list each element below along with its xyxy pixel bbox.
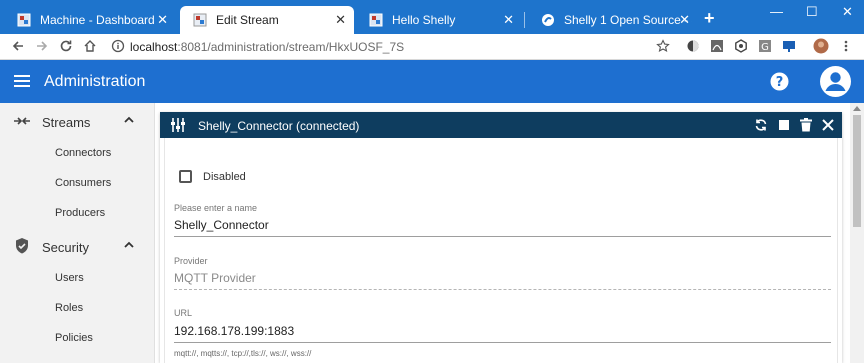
- url-field[interactable]: localhost:8081/administration/stream/Hkx…: [130, 40, 404, 54]
- machine-favicon-icon: [368, 12, 384, 28]
- extension-circle-icon[interactable]: [685, 38, 701, 54]
- machine-favicon-icon: [16, 12, 32, 28]
- refresh-icon[interactable]: [753, 117, 769, 133]
- help-icon[interactable]: ?: [770, 72, 789, 96]
- disabled-checkbox[interactable]: [179, 170, 192, 183]
- pdf-extension-icon[interactable]: [709, 38, 725, 54]
- tab-title: Shelly 1 Open Source - Shelly C: [564, 13, 692, 27]
- sidebar-item-roles[interactable]: Roles: [55, 302, 83, 314]
- new-tab-button[interactable]: +: [704, 9, 715, 27]
- stream-card: Shelly_Connector (connected) Disabled Pl…: [160, 112, 842, 363]
- app-header: Administration ?: [0, 60, 864, 103]
- cast-extension-icon[interactable]: [781, 38, 797, 54]
- profile-avatar-icon[interactable]: [813, 38, 829, 54]
- maximize-window-icon[interactable]: ☐: [806, 4, 818, 20]
- close-window-icon[interactable]: ✕: [842, 4, 853, 20]
- chevron-up-icon[interactable]: [122, 238, 136, 252]
- bookmark-star-icon[interactable]: [655, 38, 671, 54]
- url-host: localhost: [130, 40, 178, 54]
- scroll-up-arrow-icon[interactable]: [853, 106, 861, 111]
- url-input[interactable]: 192.168.178.199:1883: [174, 324, 294, 338]
- delete-icon[interactable]: [798, 117, 814, 133]
- browser-tab-machine-dashboard[interactable]: Machine - Dashboard ✕: [4, 6, 176, 34]
- shelly-favicon-icon: [540, 12, 556, 28]
- sidebar-item-consumers[interactable]: Consumers: [55, 177, 111, 189]
- svg-text:G: G: [761, 42, 769, 53]
- browser-tab-strip: Machine - Dashboard ✕ Edit Stream ✕ Hell…: [0, 0, 864, 34]
- svg-text:?: ?: [776, 75, 784, 90]
- name-field-label: Please enter a name: [174, 203, 258, 213]
- tab-separator: [524, 12, 525, 28]
- tab-title: Edit Stream: [216, 13, 279, 27]
- connector-icon: [170, 117, 186, 133]
- provider-field-underline: [174, 289, 831, 290]
- browser-tab-shelly-open-source[interactable]: Shelly 1 Open Source - Shelly C ✕: [528, 6, 698, 34]
- streams-icon: [13, 113, 31, 129]
- sidebar-section-label: Security: [42, 240, 89, 255]
- url-field-hint: mqtt://, mqtts://, tcp://,tls://, ws://,…: [174, 349, 312, 358]
- disabled-checkbox-label: Disabled: [203, 171, 246, 183]
- tab-title: Machine - Dashboard: [40, 13, 155, 27]
- close-tab-icon[interactable]: ✕: [503, 12, 514, 28]
- hamburger-menu-icon[interactable]: [14, 74, 30, 93]
- chevron-up-icon[interactable]: [122, 113, 136, 127]
- name-field-underline: [174, 236, 831, 237]
- close-tab-icon[interactable]: ✕: [679, 12, 690, 28]
- close-tab-icon[interactable]: ✕: [335, 12, 346, 28]
- minimize-window-icon[interactable]: —: [770, 4, 783, 19]
- scrollbar-thumb[interactable]: [853, 115, 861, 227]
- page-scrollbar[interactable]: [850, 103, 864, 363]
- forward-arrow-icon[interactable]: [34, 38, 50, 54]
- stop-icon[interactable]: [776, 117, 792, 133]
- home-icon[interactable]: [82, 38, 98, 54]
- stream-card-header: Shelly_Connector (connected): [160, 112, 842, 138]
- close-tab-icon[interactable]: ✕: [157, 12, 168, 28]
- sidebar-item-users[interactable]: Users: [55, 272, 84, 284]
- reload-icon[interactable]: [58, 38, 74, 54]
- sidebar-item-connectors[interactable]: Connectors: [55, 147, 111, 159]
- shield-icon: [13, 238, 31, 254]
- browser-address-bar: localhost:8081/administration/stream/Hkx…: [0, 34, 864, 60]
- sidebar-section-label: Streams: [42, 115, 91, 130]
- close-icon[interactable]: [820, 117, 836, 133]
- url-path: :8081/administration/stream/HkxUOSF_7S: [177, 40, 405, 54]
- browser-tab-edit-stream[interactable]: Edit Stream ✕: [180, 6, 354, 34]
- account-avatar-icon[interactable]: [820, 66, 851, 102]
- browser-tab-hello-shelly[interactable]: Hello Shelly ✕: [356, 6, 522, 34]
- stream-card-title: Shelly_Connector (connected): [198, 119, 360, 133]
- back-arrow-icon[interactable]: [10, 38, 26, 54]
- name-field[interactable]: Shelly_Connector: [174, 218, 269, 232]
- site-info-icon[interactable]: [110, 38, 126, 54]
- stream-card-body: Disabled Please enter a name Shelly_Conn…: [164, 138, 838, 363]
- sidebar-item-policies[interactable]: Policies: [55, 332, 93, 344]
- sidebar: Streams Connectors Consumers Producers S…: [0, 103, 155, 363]
- sidebar-item-producers[interactable]: Producers: [55, 207, 105, 219]
- machine-favicon-icon: [192, 12, 208, 28]
- sidebar-section-security[interactable]: Security: [0, 231, 155, 261]
- provider-field: MQTT Provider: [174, 271, 256, 285]
- tab-title: Hello Shelly: [392, 13, 456, 27]
- sidebar-section-streams[interactable]: Streams: [0, 106, 155, 136]
- url-field-underline: [174, 342, 831, 343]
- url-field-label: URL: [174, 308, 193, 318]
- browser-menu-icon[interactable]: [838, 38, 854, 54]
- app-title: Administration: [44, 73, 146, 90]
- hexagon-extension-icon[interactable]: [733, 38, 749, 54]
- g-extension-icon[interactable]: G: [757, 38, 773, 54]
- provider-field-label: Provider: [174, 256, 208, 266]
